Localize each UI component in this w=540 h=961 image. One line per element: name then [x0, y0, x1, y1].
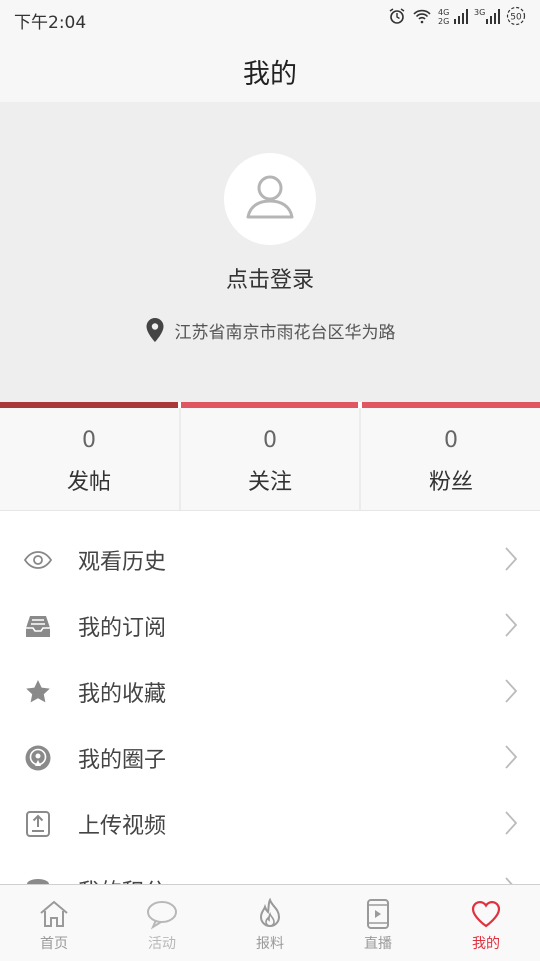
menu-list: 观看历史 我的订阅 我的收藏 我的圈子 上传视频 我的积分 [0, 526, 540, 884]
chat-bubble-icon [147, 901, 177, 930]
profile-section: 点击登录 江苏省南京市雨花台区华为路 [0, 102, 540, 402]
stat-value: 0 [263, 428, 277, 453]
signal-4g-icon: 4G2G [438, 8, 468, 25]
nav-label: 首页 [40, 936, 68, 952]
star-icon [26, 680, 50, 703]
home-icon [40, 900, 68, 927]
divider [359, 408, 361, 510]
stat-value: 0 [444, 428, 458, 453]
stat-label: 粉丝 [428, 470, 473, 495]
location-pin-icon [146, 318, 163, 342]
chevron-right-icon [505, 877, 513, 884]
menu-item-favorites[interactable]: 我的收藏 [0, 658, 540, 724]
stat-value: 0 [82, 428, 96, 453]
bottom-nav: 首页 活动 报料 直播 我的 [0, 884, 540, 961]
stat-follows[interactable]: 0 关注 [181, 408, 359, 510]
menu-item-upload-video[interactable]: 上传视频 [0, 790, 540, 856]
stat-label: 发帖 [66, 470, 111, 495]
alarm-icon [389, 8, 405, 24]
battery-level: 50 [510, 13, 522, 23]
menu-label: 观看历史 [78, 550, 167, 575]
status-time: 下午2:04 [14, 13, 87, 33]
chevron-right-icon [505, 745, 518, 769]
nav-item-mine[interactable]: 我的 [432, 885, 540, 961]
heart-icon [471, 901, 501, 928]
coins-icon [27, 879, 49, 884]
stat-posts[interactable]: 0 发帖 [0, 408, 178, 510]
nav-item-activities[interactable]: 活动 [108, 885, 216, 961]
nav-item-live[interactable]: 直播 [324, 885, 432, 961]
network-1-label: 4G [438, 8, 449, 17]
network-3-label: 3G [474, 8, 485, 17]
nav-item-home[interactable]: 首页 [0, 885, 108, 961]
menu-item-points[interactable]: 我的积分 [0, 856, 540, 884]
user-avatar-icon [246, 175, 294, 219]
signal-3g-icon: 3G [474, 8, 500, 24]
flame-icon [259, 898, 281, 927]
menu-item-circles[interactable]: 我的圈子 [0, 724, 540, 790]
login-link[interactable]: 点击登录 [0, 262, 540, 294]
nav-label: 报料 [256, 936, 284, 952]
location-row: 江苏省南京市雨花台区华为路 [0, 317, 540, 343]
battery-icon: 50 [506, 6, 526, 26]
menu-label: 我的收藏 [78, 682, 167, 707]
menu-label: 上传视频 [78, 814, 167, 839]
eye-icon [24, 551, 52, 569]
menu-label: 我的积分 [78, 874, 166, 884]
nav-label: 直播 [364, 936, 392, 952]
menu-label: 我的圈子 [78, 748, 167, 773]
inbox-icon [26, 616, 50, 637]
stats-row: 0 发帖 0 关注 0 粉丝 [0, 408, 540, 511]
nav-label: 我的 [472, 936, 500, 952]
phone-play-icon [367, 899, 389, 929]
upload-icon [26, 811, 50, 837]
nav-label: 活动 [148, 936, 176, 952]
stat-fans[interactable]: 0 粉丝 [362, 408, 540, 510]
nav-item-report[interactable]: 报料 [216, 885, 324, 961]
menu-item-watch-history[interactable]: 观看历史 [0, 526, 540, 592]
chevron-right-icon [505, 811, 518, 835]
menu-item-subscriptions[interactable]: 我的订阅 [0, 592, 540, 658]
menu-label: 我的订阅 [78, 616, 167, 641]
wifi-icon [413, 9, 431, 24]
stat-label: 关注 [247, 470, 292, 495]
status-icons: 4G 2G 3G 50 [388, 6, 526, 26]
title-bar: 我的 [0, 36, 540, 102]
status-bar: 下午2:04 4G 2G 3G 50 [0, 0, 540, 36]
page-title: 我的 [243, 59, 297, 90]
circle-broadcast-icon [25, 745, 51, 771]
location-text: 江苏省南京市雨花台区华为路 [174, 322, 396, 343]
chevron-right-icon [505, 547, 518, 571]
avatar[interactable] [224, 153, 316, 245]
chevron-right-icon [505, 679, 518, 703]
chevron-right-icon [505, 613, 518, 637]
network-2-label: 2G [438, 17, 449, 25]
